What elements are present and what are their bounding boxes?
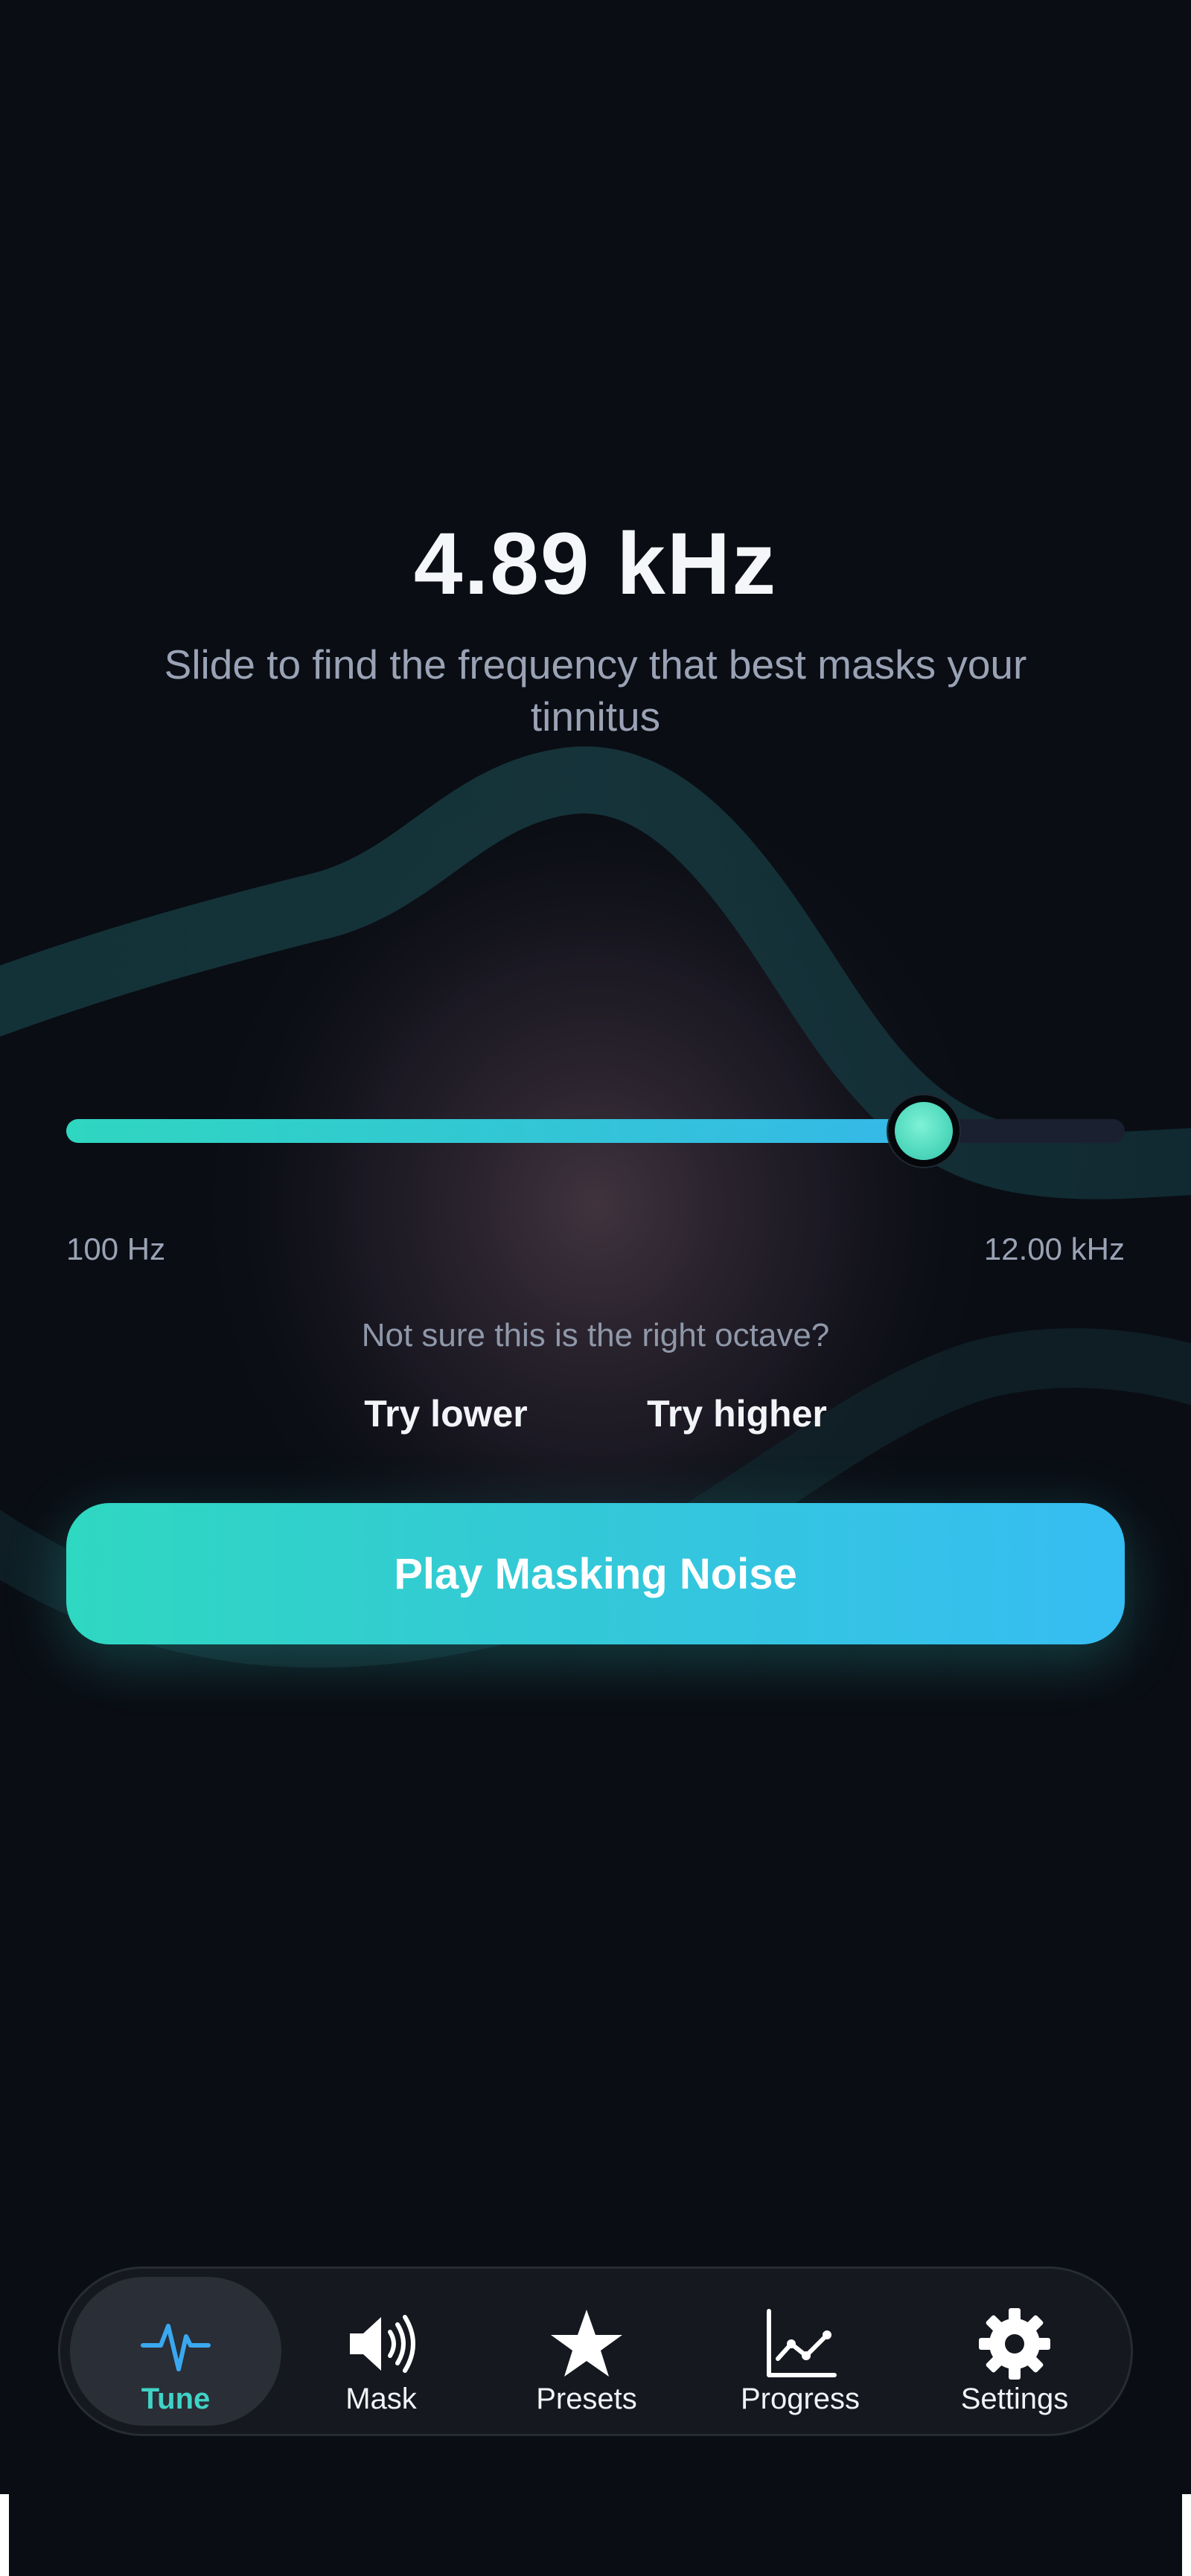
tab-label: Mask [345,2383,417,2415]
tab-label: Tune [141,2383,211,2415]
slider-thumb[interactable] [888,1095,959,1167]
tab-label: Settings [960,2383,1069,2415]
heartbeat-icon [141,2324,211,2371]
octave-question: Not sure this is the right octave? [361,1317,830,1353]
tab-label: Progress [740,2383,860,2415]
frequency-readout: 4.89 kHz [413,515,778,613]
tab-mask[interactable]: Mask [281,2277,481,2426]
bottom-tab-bar: Tune Mask Presets Progress Settings [58,2266,1133,2436]
bottom-edge-strip [0,2494,1191,2576]
frequency-slider[interactable] [66,1094,1125,1168]
slider-fill [66,1119,924,1143]
chart-icon [767,2309,837,2377]
play-masking-noise-button[interactable]: Play Masking Noise [66,1503,1125,1644]
try-lower-button[interactable]: Try lower [360,1388,531,1440]
speaker-icon [350,2315,415,2373]
try-higher-button[interactable]: Try higher [643,1388,831,1440]
tab-settings[interactable]: Settings [908,2277,1121,2426]
bottom-edge-fill [9,2494,1182,2576]
slider-min-label: 100 Hz [66,1231,166,1266]
tab-tune[interactable]: Tune [70,2277,281,2426]
tuner-screen: 4.89 kHz Slide to find the frequency tha… [0,0,1191,2494]
tab-progress[interactable]: Progress [692,2277,908,2426]
slider-max-label: 12.00 kHz [983,1231,1125,1266]
tab-presets[interactable]: Presets [481,2277,692,2426]
instruction-text: Slide to find the frequency that best ma… [164,641,1027,740]
star-icon [551,2310,622,2377]
gear-icon [979,2308,1050,2380]
tab-label: Presets [536,2383,637,2415]
